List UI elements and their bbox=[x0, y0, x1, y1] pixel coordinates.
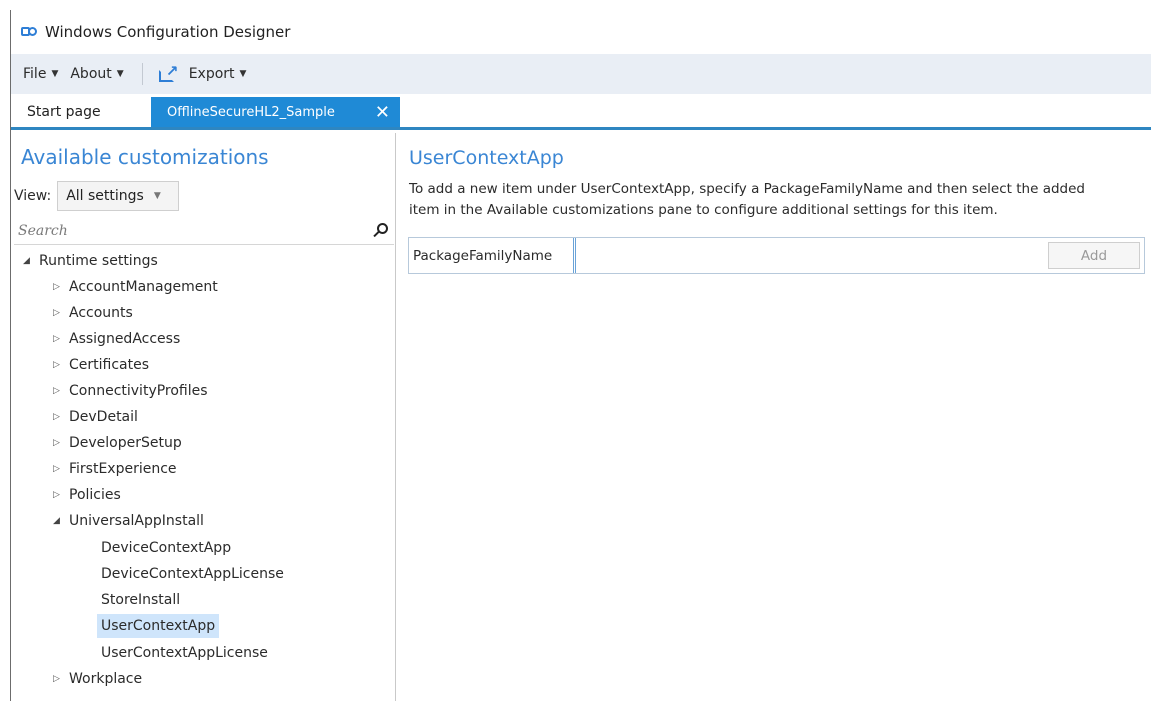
tree-item-label: AccountManagement bbox=[69, 279, 218, 295]
tree-item-devdetail[interactable]: ▷ DevDetail bbox=[53, 405, 138, 429]
tree-item-label: UserContextApp bbox=[101, 618, 216, 634]
expand-triangle-icon: ▷ bbox=[53, 674, 60, 684]
tree-item-label: ConnectivityProfiles bbox=[69, 383, 208, 399]
view-dropdown-value: All settings bbox=[66, 188, 144, 204]
details-pane: UserContextApp To add a new item under U… bbox=[397, 133, 1151, 701]
expand-triangle-icon: ▷ bbox=[53, 334, 60, 344]
details-title: UserContextApp bbox=[409, 147, 564, 169]
tree-item-label: DeviceContextAppLicense bbox=[101, 566, 284, 582]
add-button[interactable]: Add bbox=[1048, 242, 1140, 269]
tab-bar: Start page OfflineSecureHL2_Sample ✕ bbox=[11, 97, 1151, 130]
tree-item-label: Accounts bbox=[69, 305, 133, 321]
export-menu-label: Export bbox=[188, 66, 235, 82]
search-box bbox=[14, 218, 394, 245]
package-family-name-label: PackageFamilyName bbox=[409, 238, 576, 273]
chevron-down-icon: ▼ bbox=[153, 191, 161, 201]
customizations-pane: Available customizations View: All setti… bbox=[11, 133, 396, 701]
tree-item-runtime-settings[interactable]: ◢ Runtime settings bbox=[23, 249, 158, 273]
tree-item-label: DeviceContextApp bbox=[101, 540, 232, 556]
search-icon[interactable] bbox=[372, 223, 388, 239]
about-menu-label: About bbox=[70, 66, 112, 82]
tab-project-label: OfflineSecureHL2_Sample bbox=[167, 104, 335, 120]
tree-item-label: AssignedAccess bbox=[69, 331, 181, 347]
expand-triangle-icon: ▷ bbox=[53, 308, 60, 318]
tree-item-label: Runtime settings bbox=[39, 253, 158, 269]
search-input[interactable] bbox=[18, 223, 338, 239]
tree-item-label: FirstExperience bbox=[69, 461, 177, 477]
package-family-name-row: PackageFamilyName Add bbox=[408, 237, 1145, 274]
tree-item-certificates[interactable]: ▷ Certificates bbox=[53, 353, 149, 377]
export-icon: ↗ bbox=[158, 62, 181, 83]
tree-item-label: DevDetail bbox=[69, 409, 138, 425]
collapse-triangle-icon: ◢ bbox=[53, 516, 60, 526]
expand-triangle-icon: ▷ bbox=[53, 386, 60, 396]
details-description: To add a new item under UserContextApp, … bbox=[409, 179, 1144, 221]
tree-item-label: StoreInstall bbox=[101, 592, 181, 608]
tree-item-assignedaccess[interactable]: ▷ AssignedAccess bbox=[53, 327, 180, 351]
tree-item-developersetup[interactable]: ▷ DeveloperSetup bbox=[53, 431, 182, 455]
menu-divider bbox=[141, 63, 143, 85]
title-bar: Windows Configuration Designer bbox=[11, 10, 1151, 54]
tree-item-usercontextapplicense[interactable]: UserContextAppLicense bbox=[101, 641, 268, 665]
collapse-triangle-icon: ◢ bbox=[23, 256, 30, 266]
tree-item-policies[interactable]: ▷ Policies bbox=[53, 483, 121, 507]
expand-triangle-icon: ▷ bbox=[53, 360, 60, 370]
expand-triangle-icon: ▷ bbox=[53, 464, 60, 474]
tree-item-universalappinstall[interactable]: ◢ UniversalAppInstall bbox=[53, 509, 204, 533]
tree-item-label: Certificates bbox=[69, 357, 150, 373]
tree-item-accounts[interactable]: ▷ Accounts bbox=[53, 301, 133, 325]
chevron-down-icon: ▼ bbox=[116, 69, 124, 79]
tab-start-page[interactable]: Start page bbox=[11, 97, 151, 127]
tree-item-storeinstall[interactable]: StoreInstall bbox=[101, 588, 180, 612]
tree-item-usercontextapp[interactable]: UserContextApp bbox=[97, 614, 220, 638]
description-line: To add a new item under UserContextApp, … bbox=[409, 181, 1085, 197]
export-menu[interactable]: ↗ Export ▼ bbox=[158, 62, 247, 83]
description-line: item in the Available customizations pan… bbox=[409, 202, 998, 218]
tree-item-accountmanagement[interactable]: ▷ AccountManagement bbox=[53, 275, 218, 299]
tree-item-label: Workplace bbox=[69, 671, 143, 687]
pane-title: Available customizations bbox=[21, 145, 269, 169]
tree-item-workplace[interactable]: ▷ Workplace bbox=[53, 667, 142, 691]
chevron-down-icon: ▼ bbox=[51, 69, 59, 79]
expand-triangle-icon: ▷ bbox=[53, 490, 60, 500]
about-menu[interactable]: About ▼ bbox=[70, 66, 123, 82]
package-family-name-input[interactable] bbox=[576, 238, 1048, 273]
tree-item-label: UserContextAppLicense bbox=[101, 645, 268, 661]
expand-triangle-icon: ▷ bbox=[53, 282, 60, 292]
app-logo-icon bbox=[21, 26, 39, 38]
expand-triangle-icon: ▷ bbox=[53, 438, 60, 448]
view-label: View: bbox=[14, 188, 52, 204]
view-filter: View: All settings ▼ bbox=[14, 181, 180, 211]
tree-item-label: UniversalAppInstall bbox=[69, 513, 204, 529]
tab-project[interactable]: OfflineSecureHL2_Sample ✕ bbox=[151, 97, 400, 127]
view-dropdown[interactable]: All settings ▼ bbox=[57, 181, 180, 211]
file-menu-label: File bbox=[23, 66, 47, 82]
expand-triangle-icon: ▷ bbox=[53, 412, 60, 422]
tree-item-devicecontextapplicense[interactable]: DeviceContextAppLicense bbox=[101, 562, 284, 586]
file-menu[interactable]: File ▼ bbox=[23, 66, 58, 82]
tab-start-page-label: Start page bbox=[27, 104, 101, 120]
tree-item-firstexperience[interactable]: ▷ FirstExperience bbox=[53, 457, 177, 481]
app-title: Windows Configuration Designer bbox=[45, 23, 291, 41]
chevron-down-icon: ▼ bbox=[239, 69, 247, 79]
tree-item-connectivityprofiles[interactable]: ▷ ConnectivityProfiles bbox=[53, 379, 208, 403]
menu-bar: File ▼ About ▼ ↗ Export ▼ bbox=[11, 54, 1151, 94]
tree-item-label: DeveloperSetup bbox=[69, 435, 182, 451]
tree-item-devicecontextapp[interactable]: DeviceContextApp bbox=[101, 536, 231, 560]
tree-item-label: Policies bbox=[69, 487, 121, 503]
close-icon[interactable]: ✕ bbox=[375, 102, 390, 123]
